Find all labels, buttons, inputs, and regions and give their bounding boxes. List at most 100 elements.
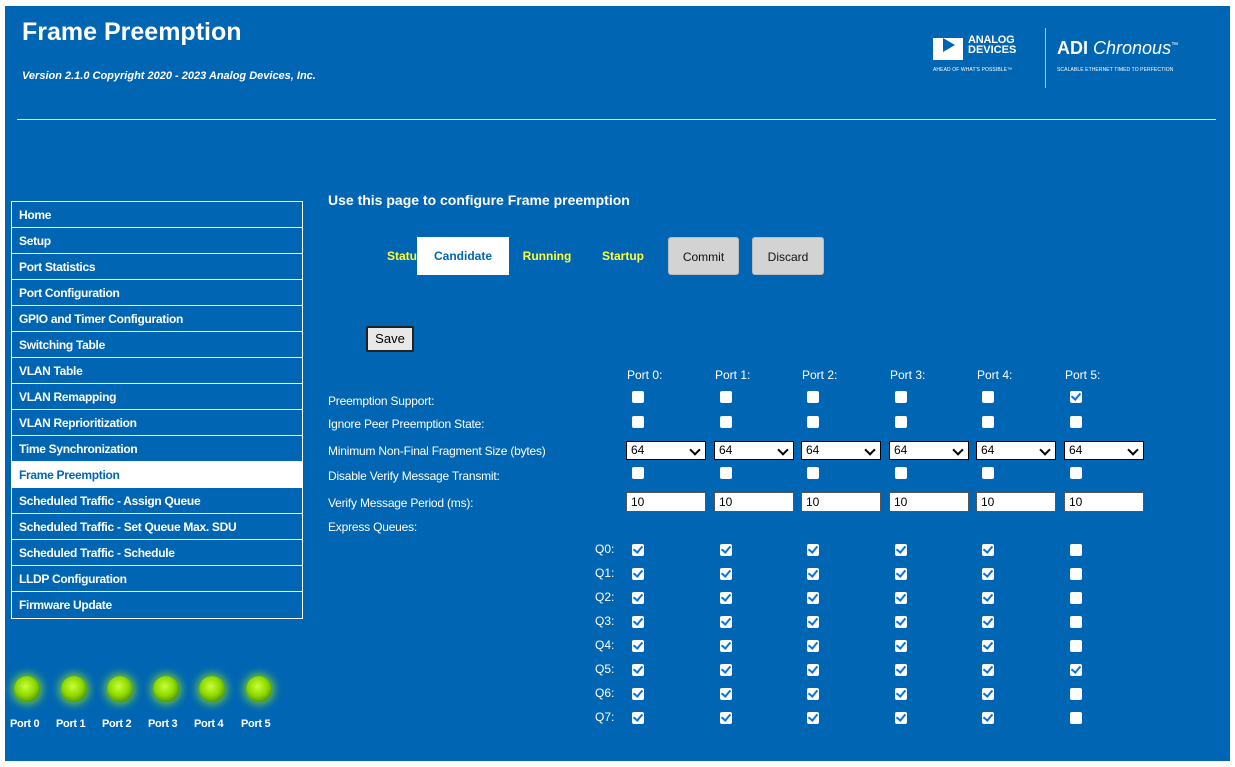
express-queue-checkbox[interactable]	[895, 544, 907, 556]
min-fragment-select[interactable]: 64	[626, 441, 706, 460]
express-queue-checkbox[interactable]	[895, 568, 907, 580]
verify-period-input[interactable]: 10	[1064, 492, 1144, 512]
ignore-peer-checkbox[interactable]	[632, 416, 644, 428]
sidebar-item-scheduled-traffic-schedule[interactable]: Scheduled Traffic - Schedule	[12, 540, 302, 566]
preemption-support-checkbox[interactable]	[982, 391, 994, 403]
express-queue-checkbox[interactable]	[807, 568, 819, 580]
express-queue-checkbox[interactable]	[720, 688, 732, 700]
express-queue-checkbox[interactable]	[720, 664, 732, 676]
disable-verify-checkbox[interactable]	[895, 467, 907, 479]
express-queue-checkbox[interactable]	[807, 688, 819, 700]
express-queue-checkbox[interactable]	[632, 688, 644, 700]
express-queue-checkbox[interactable]	[1070, 688, 1082, 700]
express-queue-checkbox[interactable]	[1070, 712, 1082, 724]
express-queue-checkbox[interactable]	[720, 592, 732, 604]
verify-period-input[interactable]: 10	[626, 492, 706, 512]
express-queue-checkbox[interactable]	[632, 568, 644, 580]
express-queue-checkbox[interactable]	[982, 664, 994, 676]
min-fragment-select[interactable]: 64	[714, 441, 794, 460]
save-button[interactable]: Save	[366, 326, 414, 352]
preemption-support-checkbox[interactable]	[807, 391, 819, 403]
preemption-support-checkbox[interactable]	[632, 391, 644, 403]
express-queue-checkbox[interactable]	[982, 640, 994, 652]
sidebar-item-frame-preemption[interactable]: Frame Preemption	[12, 462, 302, 488]
express-queue-checkbox[interactable]	[720, 544, 732, 556]
discard-button[interactable]: Discard	[752, 237, 824, 275]
disable-verify-checkbox[interactable]	[632, 467, 644, 479]
sidebar-item-scheduled-traffic-assign-queue[interactable]: Scheduled Traffic - Assign Queue	[12, 488, 302, 514]
express-queue-checkbox[interactable]	[1070, 664, 1082, 676]
disable-verify-checkbox[interactable]	[1070, 467, 1082, 479]
verify-period-input[interactable]: 10	[976, 492, 1056, 512]
express-queue-checkbox[interactable]	[632, 544, 644, 556]
verify-period-input[interactable]: 10	[714, 492, 794, 512]
express-queue-checkbox[interactable]	[982, 616, 994, 628]
commit-button[interactable]: Commit	[668, 237, 739, 275]
disable-verify-checkbox[interactable]	[982, 467, 994, 479]
tab-running[interactable]: Running	[517, 237, 577, 275]
express-queue-checkbox[interactable]	[807, 592, 819, 604]
verify-period-input[interactable]: 10	[889, 492, 969, 512]
express-queue-checkbox[interactable]	[632, 592, 644, 604]
express-queue-checkbox[interactable]	[895, 688, 907, 700]
express-queue-checkbox[interactable]	[982, 592, 994, 604]
sidebar-item-scheduled-traffic-set-queue-max-sdu[interactable]: Scheduled Traffic - Set Queue Max. SDU	[12, 514, 302, 540]
express-queue-checkbox[interactable]	[1070, 640, 1082, 652]
express-queue-checkbox[interactable]	[720, 640, 732, 652]
ignore-peer-checkbox[interactable]	[720, 416, 732, 428]
express-queue-checkbox[interactable]	[807, 544, 819, 556]
sidebar-item-vlan-reprioritization[interactable]: VLAN Reprioritization	[12, 410, 302, 436]
sidebar-item-vlan-remapping[interactable]: VLAN Remapping	[12, 384, 302, 410]
express-queue-checkbox[interactable]	[807, 616, 819, 628]
disable-verify-checkbox[interactable]	[720, 467, 732, 479]
express-queue-checkbox[interactable]	[632, 616, 644, 628]
express-queue-checkbox[interactable]	[982, 544, 994, 556]
min-fragment-select[interactable]: 64	[889, 441, 969, 460]
express-queue-checkbox[interactable]	[720, 712, 732, 724]
express-queue-checkbox[interactable]	[895, 712, 907, 724]
sidebar-item-firmware-update[interactable]: Firmware Update	[12, 592, 302, 618]
express-queue-checkbox[interactable]	[807, 640, 819, 652]
preemption-support-checkbox[interactable]	[895, 391, 907, 403]
express-queue-checkbox[interactable]	[1070, 592, 1082, 604]
express-queue-checkbox[interactable]	[1070, 544, 1082, 556]
sidebar-item-vlan-table[interactable]: VLAN Table	[12, 358, 302, 384]
express-queue-checkbox[interactable]	[982, 712, 994, 724]
express-queue-checkbox[interactable]	[895, 592, 907, 604]
express-queue-checkbox[interactable]	[807, 664, 819, 676]
min-fragment-select[interactable]: 64	[1064, 441, 1144, 460]
sidebar-item-switching-table[interactable]: Switching Table	[12, 332, 302, 358]
verify-period-input[interactable]: 10	[801, 492, 881, 512]
express-queue-checkbox[interactable]	[1070, 568, 1082, 580]
express-queue-checkbox[interactable]	[720, 568, 732, 580]
express-queue-checkbox[interactable]	[807, 712, 819, 724]
ignore-peer-checkbox[interactable]	[982, 416, 994, 428]
preemption-support-checkbox[interactable]	[720, 391, 732, 403]
tab-startup[interactable]: Startup	[595, 237, 651, 275]
express-queue-checkbox[interactable]	[895, 616, 907, 628]
min-fragment-select[interactable]: 64	[976, 441, 1056, 460]
ignore-peer-checkbox[interactable]	[807, 416, 819, 428]
sidebar-item-time-synchronization[interactable]: Time Synchronization	[12, 436, 302, 462]
express-queue-checkbox[interactable]	[632, 664, 644, 676]
tab-candidate[interactable]: Candidate	[417, 237, 509, 275]
sidebar-item-home[interactable]: Home	[12, 202, 302, 228]
express-queue-checkbox[interactable]	[1070, 616, 1082, 628]
ignore-peer-checkbox[interactable]	[895, 416, 907, 428]
express-queue-checkbox[interactable]	[632, 712, 644, 724]
express-queue-checkbox[interactable]	[632, 640, 644, 652]
preemption-support-checkbox[interactable]	[1070, 391, 1082, 403]
express-queue-checkbox[interactable]	[982, 568, 994, 580]
sidebar-item-lldp-configuration[interactable]: LLDP Configuration	[12, 566, 302, 592]
express-queue-checkbox[interactable]	[720, 616, 732, 628]
disable-verify-checkbox[interactable]	[807, 467, 819, 479]
sidebar-item-port-configuration[interactable]: Port Configuration	[12, 280, 302, 306]
sidebar-item-gpio-and-timer-configuration[interactable]: GPIO and Timer Configuration	[12, 306, 302, 332]
ignore-peer-checkbox[interactable]	[1070, 416, 1082, 428]
sidebar-item-port-statistics[interactable]: Port Statistics	[12, 254, 302, 280]
sidebar-item-setup[interactable]: Setup	[12, 228, 302, 254]
min-fragment-select[interactable]: 64	[801, 441, 881, 460]
express-queue-checkbox[interactable]	[982, 688, 994, 700]
express-queue-checkbox[interactable]	[895, 664, 907, 676]
express-queue-checkbox[interactable]	[895, 640, 907, 652]
